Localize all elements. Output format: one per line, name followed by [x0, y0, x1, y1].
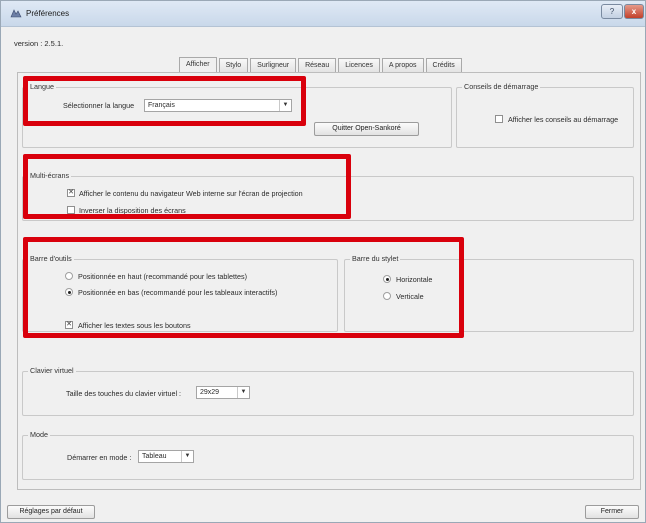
barre-stylet-group: Barre du stylet Horizontale Verticale: [344, 254, 634, 332]
langue-group: Langue Sélectionner la langue Français ▼…: [22, 82, 452, 148]
start-mode-value: Tableau: [142, 453, 167, 460]
horizontal-label: Horizontale: [396, 275, 433, 284]
language-select[interactable]: Français ▼: [144, 99, 292, 112]
vertical-radio[interactable]: [383, 292, 391, 300]
vertical-label: Verticale: [396, 292, 424, 301]
window-title: Préférences: [26, 9, 70, 18]
toolbar-top-radio[interactable]: [65, 272, 73, 280]
title-bar[interactable]: Préférences ? x: [1, 1, 645, 27]
web-display-checkbox[interactable]: ✕: [67, 189, 75, 197]
clavier-group: Clavier virtuel Taille des touches du cl…: [22, 366, 634, 416]
start-mode-select[interactable]: Tableau ▼: [138, 450, 194, 463]
chevron-down-icon: ▼: [181, 451, 193, 462]
barre-outils-group: Barre d'outils Positionnée en haut (reco…: [22, 254, 338, 332]
toolbar-bottom-label: Positionnée en bas (recommandé pour les …: [78, 288, 278, 297]
barre-stylet-group-title: Barre du stylet: [350, 254, 401, 263]
help-button[interactable]: ?: [601, 4, 623, 19]
mode-group-title: Mode: [28, 430, 50, 439]
close-window-button[interactable]: x: [624, 4, 644, 19]
multi-ecrans-group-title: Multi-écrans: [28, 171, 72, 180]
quit-open-sankore-button[interactable]: Quitter Open-Sankoré: [314, 122, 419, 136]
chevron-down-icon: ▼: [237, 387, 249, 398]
version-label: version : 2.5.1.: [14, 39, 64, 48]
tab-credits[interactable]: Crédits: [425, 58, 462, 72]
tab-afficher[interactable]: Afficher: [179, 57, 217, 72]
key-size-label: Taille des touches du clavier virtuel :: [66, 389, 182, 398]
conseils-checkbox-label: Afficher les conseils au démarrage: [508, 115, 619, 124]
preferences-window: Préférences ? x version : 2.5.1. Affiche…: [0, 0, 646, 523]
conseils-group: Conseils de démarrage Afficher les conse…: [456, 82, 634, 148]
barre-outils-group-title: Barre d'outils: [28, 254, 74, 263]
multi-ecrans-group: Multi-écrans ✕ Afficher le contenu du na…: [22, 171, 634, 221]
show-button-text-checkbox[interactable]: ✕: [65, 321, 73, 329]
invert-screens-checkbox[interactable]: [67, 206, 75, 214]
key-size-select[interactable]: 29x29 ▼: [196, 386, 250, 399]
close-button[interactable]: Fermer: [585, 505, 639, 519]
tab-bar: Afficher Stylo Surligneur Réseau Licence…: [179, 57, 464, 72]
tab-a-propos[interactable]: A propos: [381, 58, 424, 72]
conseils-group-title: Conseils de démarrage: [462, 82, 541, 91]
reset-defaults-button[interactable]: Réglages par défaut: [7, 505, 95, 519]
langue-group-title: Langue: [28, 82, 56, 91]
app-icon: [10, 9, 22, 18]
language-select-label: Sélectionner la langue: [63, 101, 135, 110]
invert-screens-label: Inverser la disposition des écrans: [79, 206, 186, 215]
show-button-text-label: Afficher les textes sous les boutons: [78, 321, 191, 330]
language-select-value: Français: [148, 102, 175, 109]
tab-stylo[interactable]: Stylo: [218, 58, 249, 72]
horizontal-radio[interactable]: [383, 275, 391, 283]
web-display-label: Afficher le contenu du navigateur Web in…: [79, 189, 303, 198]
tab-reseau[interactable]: Réseau: [298, 58, 337, 72]
conseils-checkbox[interactable]: [495, 115, 503, 123]
mode-group: Mode Démarrer en mode : Tableau ▼: [22, 430, 634, 480]
tab-surligneur[interactable]: Surligneur: [250, 58, 297, 72]
chevron-down-icon: ▼: [279, 100, 291, 111]
clavier-group-title: Clavier virtuel: [28, 366, 76, 375]
toolbar-top-label: Positionnée en haut (recommandé pour les…: [78, 272, 248, 281]
tab-licences[interactable]: Licences: [338, 58, 380, 72]
toolbar-bottom-radio[interactable]: [65, 288, 73, 296]
afficher-panel: Langue Sélectionner la langue Français ▼…: [17, 72, 641, 490]
start-mode-label: Démarrer en mode :: [67, 453, 132, 462]
key-size-value: 29x29: [200, 389, 220, 396]
